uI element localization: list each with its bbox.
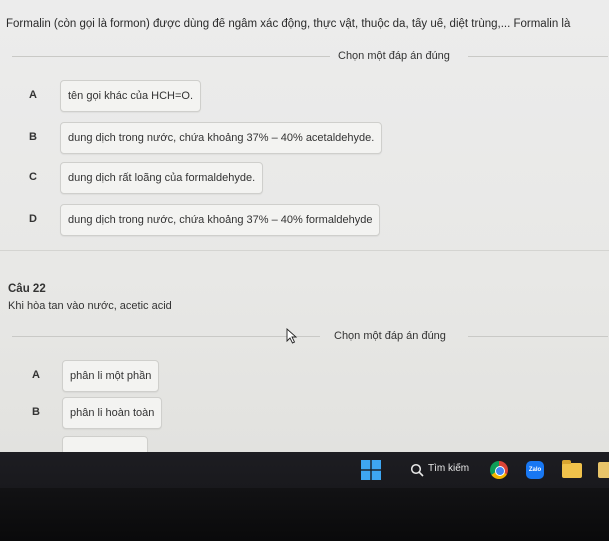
quiz-page: Formalin (còn gọi là formon) được dùng đ…: [0, 0, 609, 452]
option-b-letter: B: [29, 131, 37, 143]
answer-prompt-2: Chọn một đáp án đúng: [334, 330, 446, 342]
search-icon[interactable]: [410, 463, 424, 477]
question-separator: [0, 250, 609, 251]
option-22a-letter: A: [32, 369, 40, 381]
zalo-icon[interactable]: Zalo: [526, 461, 544, 479]
option-22a-label: phân li một phần: [70, 370, 152, 382]
option-d-letter: D: [29, 213, 37, 225]
option-a-label: tên gọi khác của HCH=O.: [68, 90, 194, 102]
option-c-button[interactable]: dung dịch rất loãng của formaldehyde.: [60, 162, 264, 194]
question-number: Câu 22: [8, 283, 46, 295]
option-d-button[interactable]: dung dịch trong nước, chứa khoảng 37% – …: [60, 204, 381, 236]
divider-right-2: [468, 336, 608, 337]
question-text: Formalin (còn gọi là formon) được dùng đ…: [6, 18, 571, 30]
option-22c-button[interactable]: [62, 436, 148, 452]
option-d-label: dung dịch trong nước, chứa khoảng 37% – …: [68, 214, 373, 226]
mouse-cursor-icon: [286, 328, 298, 344]
monitor-bezel: [0, 488, 609, 541]
windows-start-icon[interactable]: [361, 460, 381, 480]
option-22a-button[interactable]: phân li một phần: [62, 360, 160, 392]
zalo-label: Zalo: [528, 467, 542, 473]
divider-left-2: [12, 336, 320, 337]
option-b-button[interactable]: dung dịch trong nước, chứa khoảng 37% – …: [60, 122, 383, 154]
option-a-button[interactable]: tên gọi khác của HCH=O.: [60, 80, 202, 112]
option-c-label: dung dịch rất loãng của formaldehyde.: [68, 172, 256, 184]
option-22b-label: phân li hoàn toàn: [70, 407, 155, 419]
divider-left: [12, 56, 330, 57]
search-label[interactable]: Tìm kiếm: [428, 463, 469, 474]
taskbar: Tìm kiếm Zalo: [0, 452, 609, 488]
question-22-text: Khi hòa tan vào nước, acetic acid: [8, 300, 172, 312]
chrome-icon[interactable]: [490, 461, 508, 479]
option-c-letter: C: [29, 171, 37, 183]
option-22b-letter: B: [32, 406, 40, 418]
divider-right: [468, 56, 608, 57]
pinned-app-icon[interactable]: [598, 462, 609, 478]
answer-prompt: Chọn một đáp án đúng: [338, 50, 450, 62]
option-22b-button[interactable]: phân li hoàn toàn: [62, 397, 163, 429]
option-a-letter: A: [29, 89, 37, 101]
option-b-label: dung dịch trong nước, chứa khoảng 37% – …: [68, 132, 375, 144]
file-explorer-icon[interactable]: [562, 460, 582, 478]
